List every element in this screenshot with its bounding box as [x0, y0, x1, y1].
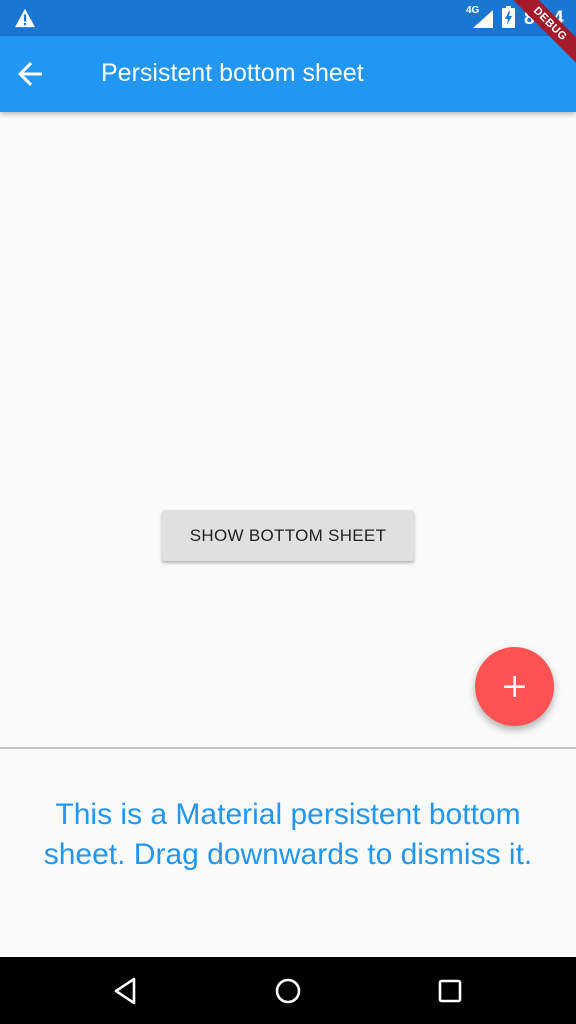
- back-triangle-icon[interactable]: [110, 975, 142, 1007]
- persistent-bottom-sheet[interactable]: This is a Material persistent bottom she…: [0, 747, 576, 957]
- home-circle-icon[interactable]: [272, 975, 304, 1007]
- status-bar: 4G 8:24: [0, 0, 576, 36]
- warning-icon: [15, 8, 35, 28]
- add-fab-button[interactable]: [475, 647, 554, 726]
- show-bottom-sheet-button[interactable]: SHOW BOTTOM SHEET: [162, 510, 414, 561]
- battery-charging-icon: [502, 6, 515, 28]
- recents-square-icon[interactable]: [434, 975, 466, 1007]
- bottom-sheet-text: This is a Material persistent bottom she…: [43, 798, 533, 871]
- add-icon: [504, 676, 525, 697]
- arrow-back-icon[interactable]: [12, 56, 48, 92]
- signal-icon: [473, 10, 493, 28]
- system-nav-bar: [0, 957, 576, 1024]
- page-title: Persistent bottom sheet: [101, 59, 364, 87]
- app-bar: Persistent bottom sheet: [0, 36, 576, 112]
